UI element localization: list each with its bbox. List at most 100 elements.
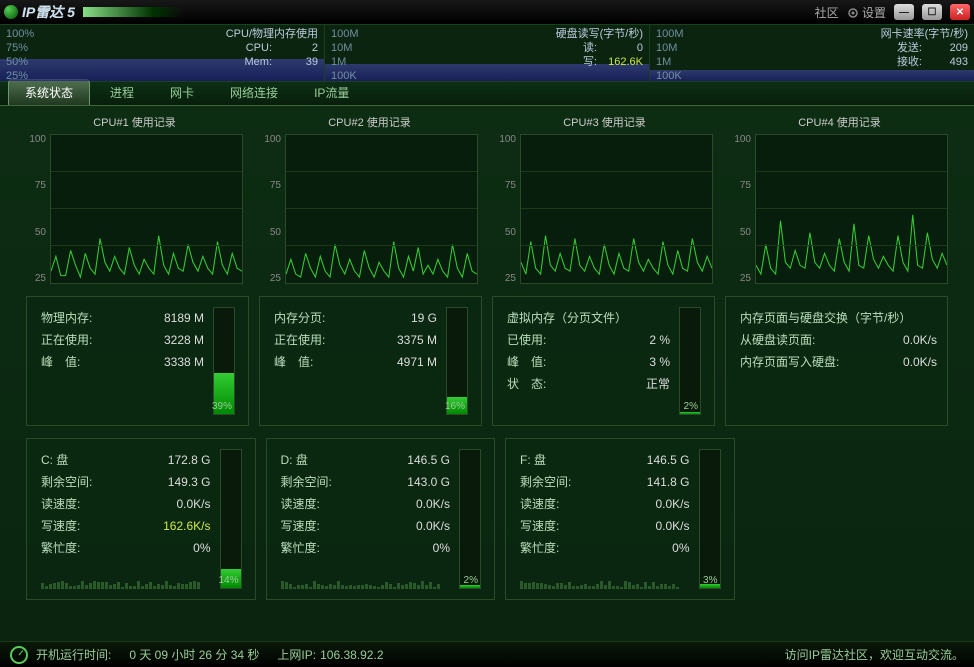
scale-label: 100% — [6, 27, 34, 41]
usage-pct: 14% — [218, 575, 238, 586]
row-key: 物理内存: — [41, 307, 92, 329]
row-value: 146.5 G — [407, 449, 450, 471]
y-tick: 75 — [731, 180, 751, 191]
minimize-button[interactable]: — — [894, 4, 914, 20]
ip-value: 106.38.92.2 — [320, 648, 383, 662]
y-tick: 50 — [26, 227, 46, 238]
usage-pct: 3% — [703, 575, 717, 586]
usage-bar: 3% — [699, 449, 721, 589]
usage-bar: 2% — [679, 307, 701, 415]
tab-bar: 系统状态进程网卡网络连接IP流量 — [0, 82, 974, 106]
tab-1[interactable]: 进程 — [94, 80, 150, 105]
sparkbar — [281, 565, 451, 589]
maximize-button[interactable]: ☐ — [922, 4, 942, 20]
stat-key: CPU: — [246, 41, 272, 55]
usage-bar: 16% — [446, 307, 468, 415]
y-tick: 75 — [26, 180, 46, 191]
row-key: 写速度: — [41, 515, 80, 537]
tab-4[interactable]: IP流量 — [298, 80, 365, 105]
y-tick: 100 — [261, 134, 281, 145]
disk-spacer — [745, 438, 949, 600]
row-key: 内存页面写入硬盘: — [740, 351, 839, 373]
close-button[interactable]: ✕ — [950, 4, 970, 20]
cpu-mem-summary[interactable]: 100%CPU/物理内存使用75%CPU:250%Mem:3925% — [0, 25, 325, 81]
row-key: 读速度: — [41, 493, 80, 515]
app-logo-icon — [4, 5, 18, 19]
row-key: 已使用: — [507, 329, 546, 351]
net-summary[interactable]: 100M网卡速率(字节/秒)10M发送:2091M接收:493100K — [650, 25, 974, 81]
top-summary-panels: 100%CPU/物理内存使用75%CPU:250%Mem:3925% 100M硬… — [0, 24, 974, 82]
row-key: 写速度: — [520, 515, 559, 537]
row-value: 146.5 G — [647, 449, 690, 471]
scale-label: 1M — [331, 55, 346, 69]
row-value: 162.6K/s — [163, 515, 210, 537]
disk-f-panel: F: 盘146.5 G剩余空间:141.8 G读速度:0.0K/s写速度:0.0… — [505, 438, 735, 600]
scale-label: 1M — [656, 55, 671, 69]
tab-2[interactable]: 网卡 — [154, 80, 210, 105]
cpu-chart-4: CPU#4 使用记录100755025 — [731, 114, 948, 284]
row-value: 0% — [433, 537, 450, 559]
tab-0[interactable]: 系统状态 — [8, 79, 90, 105]
row-key: 剩余空间: — [41, 471, 92, 493]
row-key: 峰 值: — [41, 351, 80, 373]
status-bar: 开机运行时间: 0 天 09 小时 26 分 34 秒 上网IP: 106.38… — [0, 641, 974, 667]
row-key: 繁忙度: — [281, 537, 320, 559]
row-value: 149.3 G — [168, 471, 211, 493]
scale-label: 50% — [6, 55, 28, 69]
clock-icon — [10, 646, 28, 664]
stat-value: 0 — [603, 41, 643, 55]
tab-3[interactable]: 网络连接 — [214, 80, 294, 105]
uptime-label: 开机运行时间: — [36, 646, 111, 663]
usage-bar: 14% — [220, 449, 242, 589]
disk-d-panel: D: 盘146.5 G剩余空间:143.0 G读速度:0.0K/s写速度:0.0… — [266, 438, 496, 600]
usage-pct: 2% — [464, 575, 478, 586]
row-key: D: 盘 — [281, 449, 308, 471]
row-key: 写速度: — [281, 515, 320, 537]
row-value: 0.0K/s — [903, 329, 937, 351]
scale-label: 25% — [6, 69, 28, 81]
y-tick: 50 — [261, 227, 281, 238]
row-value: 0.0K/s — [416, 515, 450, 537]
row-key: 虚拟内存（分页文件） — [507, 307, 627, 329]
cpu-chart-1: CPU#1 使用记录100755025 — [26, 114, 243, 284]
titlebar: IP雷达 5 社区 设置 — ☐ ✕ — [0, 0, 974, 24]
panel-title: CPU/物理内存使用 — [226, 27, 318, 41]
cpu-plot — [520, 134, 713, 284]
virtual-memory-panel: 虚拟内存（分页文件）已使用:2 %峰 值:3 %状 态:正常2% — [492, 296, 715, 426]
y-tick: 75 — [496, 180, 516, 191]
gear-icon — [847, 7, 859, 19]
y-tick: 75 — [261, 180, 281, 191]
y-tick: 100 — [496, 134, 516, 145]
row-value: 0.0K/s — [655, 515, 689, 537]
row-key: 正在使用: — [41, 329, 92, 351]
row-value: 0.0K/s — [416, 493, 450, 515]
usage-bar: 2% — [459, 449, 481, 589]
cpu-plot — [50, 134, 243, 284]
row-key: 状 态: — [507, 373, 546, 395]
footer-text[interactable]: 访问IP雷达社区，欢迎互动交流。 — [785, 646, 964, 663]
community-link[interactable]: 社区 — [815, 4, 839, 21]
row-value: 2 % — [649, 329, 670, 351]
row-value: 3375 M — [397, 329, 437, 351]
cpu-plot — [755, 134, 948, 284]
row-value: 3 % — [649, 351, 670, 373]
cpu-plot — [285, 134, 478, 284]
row-value: 172.8 G — [168, 449, 211, 471]
row-value: 4971 M — [397, 351, 437, 373]
y-tick: 100 — [26, 134, 46, 145]
scale-label: 100M — [656, 27, 684, 41]
stat-key: 写: — [583, 55, 597, 69]
disk-io-summary[interactable]: 100M硬盘读写(字节/秒)10M读:01M写:162.6K100K — [325, 25, 650, 81]
stat-value: 493 — [928, 55, 968, 69]
scale-label: 10M — [656, 41, 677, 55]
row-key: 从硬盘读页面: — [740, 329, 815, 351]
scale-label: 100M — [331, 27, 359, 41]
stat-value: 2 — [278, 41, 318, 55]
y-tick: 25 — [26, 273, 46, 284]
app-title: IP雷达 5 — [22, 2, 75, 22]
cpu-chart-title: CPU#3 使用记录 — [496, 114, 713, 130]
y-tick: 50 — [731, 227, 751, 238]
y-tick: 25 — [261, 273, 281, 284]
settings-link[interactable]: 设置 — [847, 4, 886, 21]
sparkbar — [520, 565, 690, 589]
